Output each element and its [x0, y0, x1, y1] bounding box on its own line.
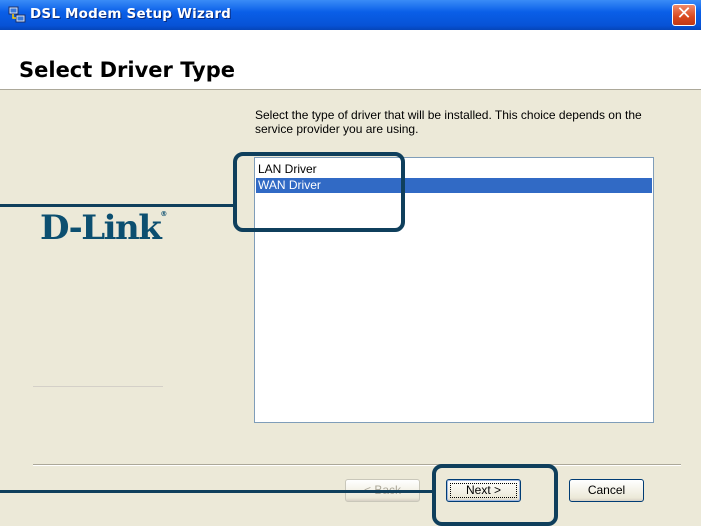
callout-line-next-button	[0, 490, 435, 493]
callout-frame-driver-list	[233, 152, 405, 232]
close-icon: ✕	[676, 3, 692, 24]
wizard-header: Select Driver Type	[0, 30, 701, 90]
dlink-logo: D-Link®	[40, 208, 167, 248]
left-panel-divider	[33, 386, 163, 387]
network-computers-icon	[8, 6, 26, 24]
title-bar[interactable]: DSL Modem Setup Wizard ✕	[0, 0, 701, 30]
window-title: DSL Modem Setup Wizard	[30, 6, 232, 22]
callout-frame-next-button	[432, 464, 558, 526]
page-title: Select Driver Type	[19, 58, 235, 82]
callout-line-driver-list	[0, 204, 236, 207]
close-button[interactable]: ✕	[672, 4, 696, 26]
logo-text: D-Link	[40, 208, 162, 248]
instruction-text: Select the type of driver that will be i…	[255, 108, 642, 136]
trademark-symbol: ®	[160, 210, 168, 218]
button-separator	[33, 464, 681, 466]
cancel-button[interactable]: Cancel	[569, 479, 644, 502]
setup-wizard-window: DSL Modem Setup Wizard ✕ Select Driver T…	[0, 0, 701, 526]
